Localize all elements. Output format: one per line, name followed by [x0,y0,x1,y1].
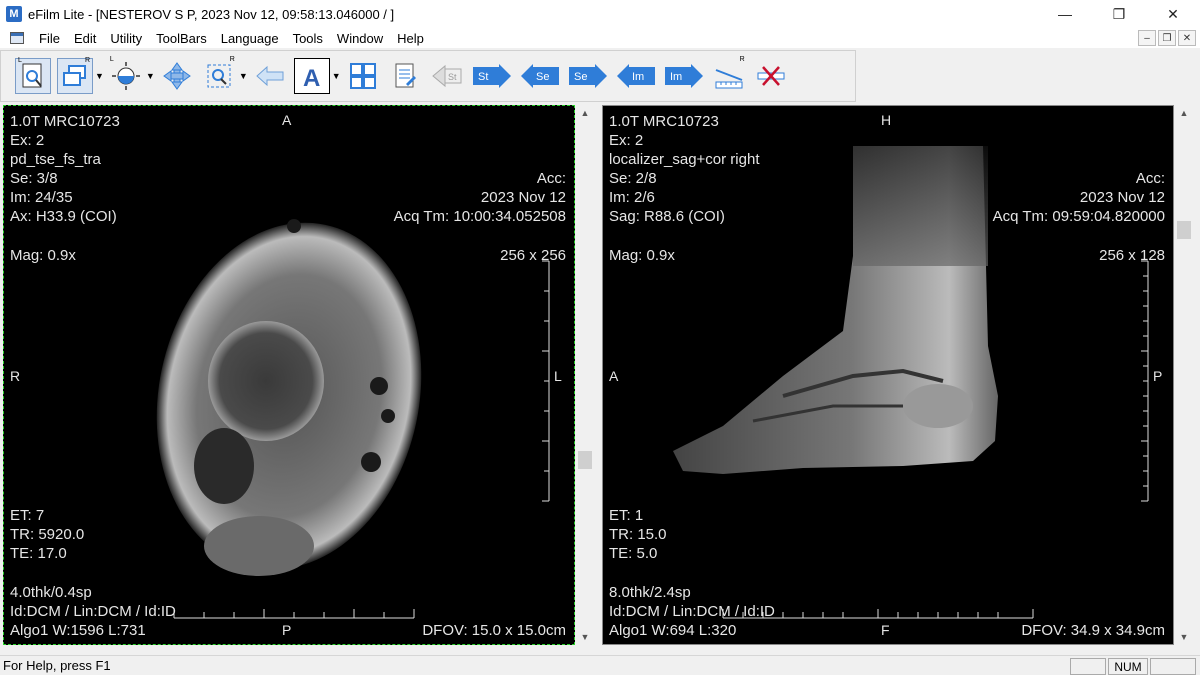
viewport-axial-scrollbar[interactable]: ▲ ▼ [577,105,593,645]
pan-button[interactable] [159,58,195,94]
toolbar-arrow-label: Im [670,71,682,83]
text-annotation-icon: A [303,65,320,91]
stack-windows-icon [63,65,86,86]
menu-utility[interactable]: Utility [103,31,149,46]
toolbar-arrow-label: Im [632,71,644,83]
status-help-text: For Help, press F1 [3,658,111,673]
previous-image-button[interactable]: Im [615,58,657,94]
zoom-icon [207,64,231,88]
clear-measurements-button[interactable] [753,58,789,94]
svg-text:St: St [448,72,457,82]
zoom-button[interactable]: R [201,56,237,94]
svg-text:A: A [303,65,320,91]
study-browser-button[interactable]: L [15,57,51,94]
window-controls: — ❐ ✕ [1038,0,1200,28]
next-study-arrow-icon: St [472,64,511,88]
viewport-axial[interactable]: 1.0T MRC10723 Ex: 2 pd_tse_fs_tra Se: 3/… [3,105,575,645]
efilm-app-icon: M [6,6,22,22]
menu-file[interactable]: File [32,31,67,46]
viewport-sagittal[interactable]: 1.0T MRC10723 Ex: 2 localizer_sag+cor ri… [602,105,1174,645]
window-level-button[interactable]: L [108,56,144,94]
main-toolbar: L R ▼ L ▼ R ▼ A ▼ St St Se Se Im Im R [0,50,856,102]
viewport-sagittal-scrollbar[interactable]: ▲ ▼ [1176,105,1192,645]
menu-bar: File Edit Utility ToolBars Language Tool… [0,28,1200,48]
close-button[interactable]: ✕ [1146,0,1200,28]
minimize-button[interactable]: — [1038,0,1092,28]
next-image-arrow-icon: Im [664,64,703,88]
window-level-dropdown-arrow-icon[interactable]: ▼ [146,71,155,81]
status-bar: For Help, press F1 NUM [0,655,1200,675]
scroll-down-arrow-icon[interactable]: ▼ [577,629,593,645]
series-stack-button[interactable]: R [57,57,93,94]
toolbar-arrow-label: Se [536,71,549,83]
previous-image-arrow-icon: Im [616,64,655,88]
first-study-button[interactable]: St [429,58,465,94]
toolbar-arrow-label: Se [574,71,587,83]
next-series-arrow-icon: Se [568,64,607,88]
menu-edit[interactable]: Edit [67,31,103,46]
annotation-text-button[interactable]: A [293,58,330,94]
mdi-minimize-button[interactable]: – [1138,30,1156,46]
mdi-close-button[interactable]: ✕ [1178,30,1196,46]
toolbar-arrow-label: St [478,71,488,83]
scrollbar-thumb[interactable] [1177,221,1191,239]
move-arrows-icon [162,62,191,90]
previous-series-button[interactable]: Se [519,58,561,94]
arrow-left-icon [256,65,284,87]
menu-help[interactable]: Help [390,31,431,46]
title-bar: M eFilm Lite - [NESTEROV S P, 2023 Nov 1… [0,0,1200,28]
first-series-arrow-icon: St [431,64,462,88]
previous-series-arrow-icon: Se [520,64,559,88]
layout-grid-button[interactable] [345,58,381,94]
stack-dropdown-arrow-icon[interactable]: ▼ [95,71,104,81]
report-button[interactable] [387,58,423,94]
status-panel-empty [1070,658,1106,675]
delete-ruler-icon [757,66,785,86]
next-image-button[interactable]: Im [663,58,705,94]
status-panel-scroll [1150,658,1196,675]
mdi-controls: – ❐ ✕ [1138,30,1196,46]
window-title: eFilm Lite - [NESTEROV S P, 2023 Nov 12,… [28,6,395,22]
window-level-icon [111,62,140,90]
report-document-icon [395,63,416,88]
status-num-lock: NUM [1108,658,1148,675]
scrollbar-thumb[interactable] [578,451,592,469]
measure-button[interactable]: R [711,56,747,94]
menu-tools[interactable]: Tools [286,31,330,46]
vp1-scale-rulers [173,260,550,619]
scroll-up-arrow-icon[interactable]: ▲ [1176,105,1192,121]
menu-language[interactable]: Language [214,31,286,46]
zoom-dropdown-arrow-icon[interactable]: ▼ [239,71,248,81]
next-series-button[interactable]: Se [567,58,609,94]
document-icon[interactable] [10,32,24,44]
back-button[interactable] [252,58,288,94]
maximize-button[interactable]: ❐ [1092,0,1146,28]
annotation-dropdown-arrow-icon[interactable]: ▼ [332,71,341,81]
mdi-restore-button[interactable]: ❐ [1158,30,1176,46]
magnify-document-icon [22,63,42,88]
next-study-button[interactable]: St [471,58,513,94]
ruler-icon [715,69,743,89]
vp2-scale-rulers [722,260,1149,619]
scroll-down-arrow-icon[interactable]: ▼ [1176,629,1192,645]
scroll-up-arrow-icon[interactable]: ▲ [577,105,593,121]
menu-toolbars[interactable]: ToolBars [149,31,214,46]
menu-window[interactable]: Window [330,31,390,46]
grid-layout-icon [349,63,376,89]
